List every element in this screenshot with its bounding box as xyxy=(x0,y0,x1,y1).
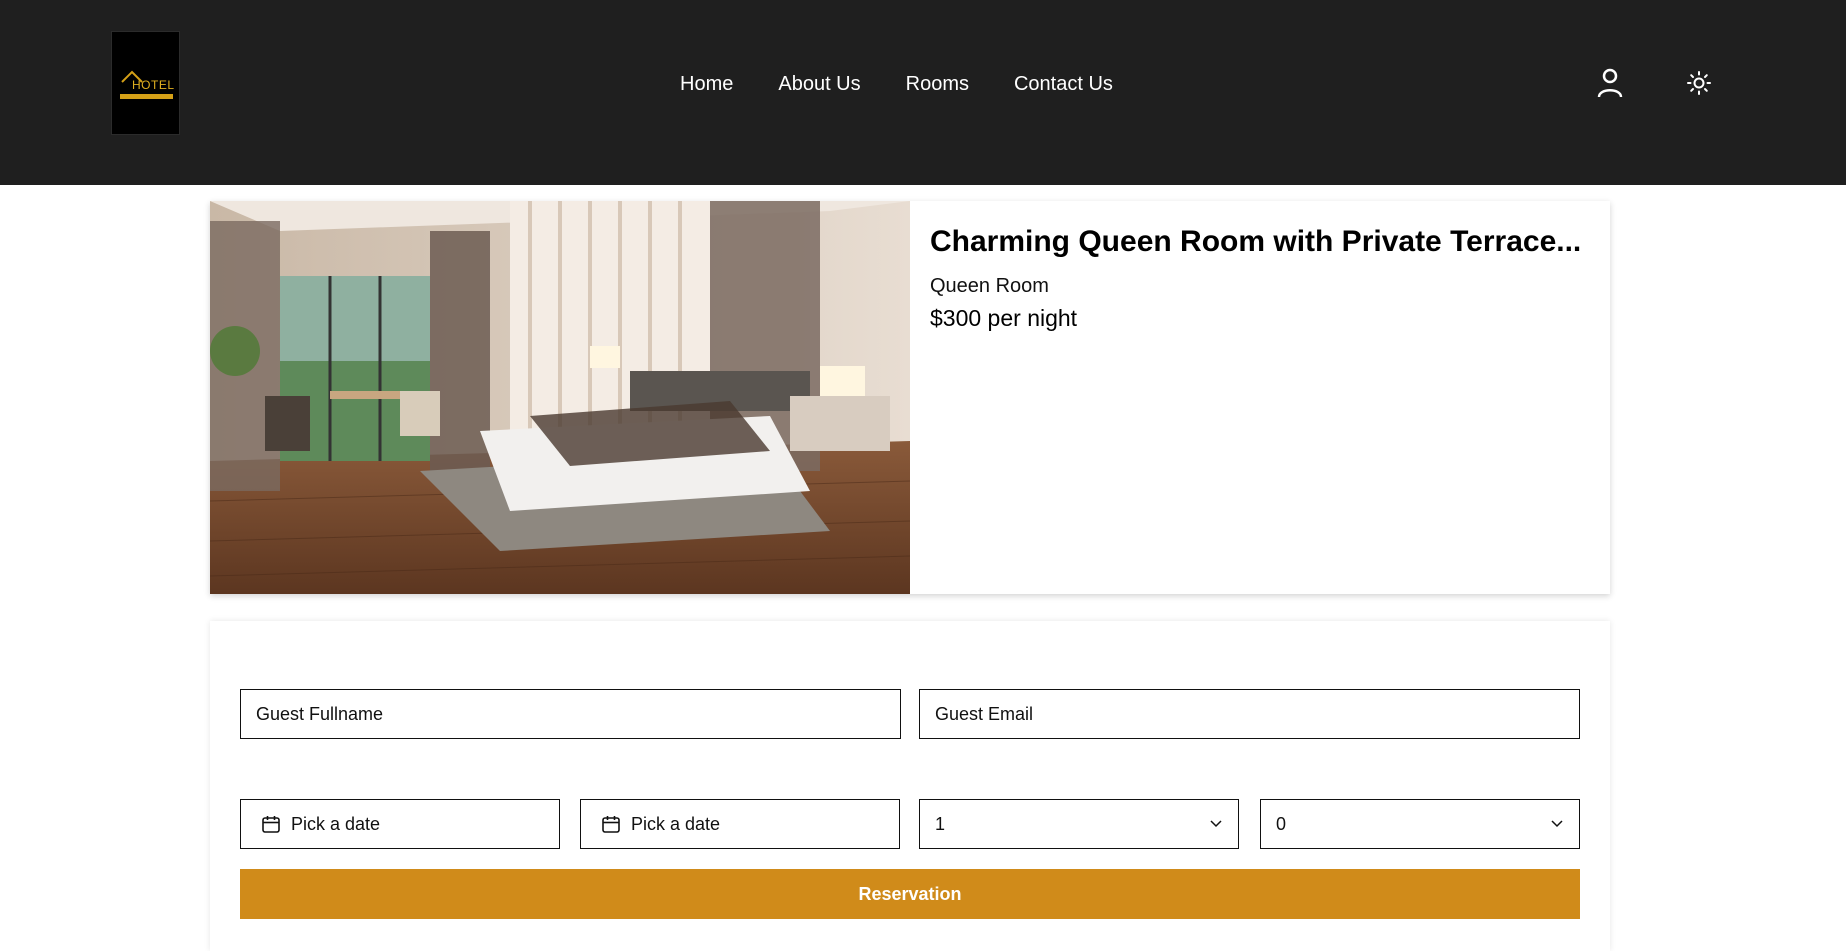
guest-email-placeholder: Guest Email xyxy=(935,703,1034,724)
checkin-date-label: Pick a date xyxy=(291,813,381,834)
calendar-icon xyxy=(602,816,620,833)
room-title: Charming Queen Room with Private Terrace… xyxy=(930,225,1582,258)
nav-home[interactable]: Home xyxy=(680,70,733,98)
room-price: $300 per night xyxy=(930,305,1078,331)
adults-select[interactable]: 1 xyxy=(919,799,1239,849)
site-header: HOTEL RESERVATION Home About Us Rooms Co… xyxy=(0,0,1846,185)
checkin-date-picker[interactable]: Pick a date xyxy=(240,799,560,849)
guest-fullname-placeholder: Guest Fullname xyxy=(256,703,384,724)
guest-fullname-input[interactable]: Guest Fullname xyxy=(240,689,901,739)
adults-value: 1 xyxy=(935,813,946,834)
chevron-down-icon xyxy=(1551,820,1563,828)
hotel-logo[interactable]: HOTEL RESERVATION xyxy=(111,31,180,135)
room-card: Charming Queen Room with Private Terrace… xyxy=(210,201,1610,594)
guest-email-input[interactable]: Guest Email xyxy=(919,689,1580,739)
checkout-date-label: Pick a date xyxy=(631,813,721,834)
reservation-form: Guest Fullname Guest Email Pick a date P… xyxy=(210,621,1610,951)
chevron-down-icon xyxy=(1210,820,1222,828)
checkout-date-picker[interactable]: Pick a date xyxy=(580,799,900,849)
room-photo xyxy=(210,201,910,594)
logo-text: HOTEL xyxy=(132,78,175,92)
sun-icon[interactable] xyxy=(1687,71,1711,95)
user-icon[interactable] xyxy=(1596,68,1624,98)
calendar-icon xyxy=(262,816,280,833)
reservation-button[interactable]: Reservation xyxy=(240,869,1580,919)
nav-contact-us[interactable]: Contact Us xyxy=(1014,70,1113,98)
room-type: Queen Room xyxy=(930,275,1049,297)
logo-subtext: RESERVATION xyxy=(122,99,163,105)
children-value: 0 xyxy=(1276,813,1287,834)
nav-about-us[interactable]: About Us xyxy=(778,70,860,98)
main-nav: Home About Us Rooms Contact Us xyxy=(680,70,1158,98)
children-select[interactable]: 0 xyxy=(1260,799,1580,849)
nav-rooms[interactable]: Rooms xyxy=(906,70,969,98)
